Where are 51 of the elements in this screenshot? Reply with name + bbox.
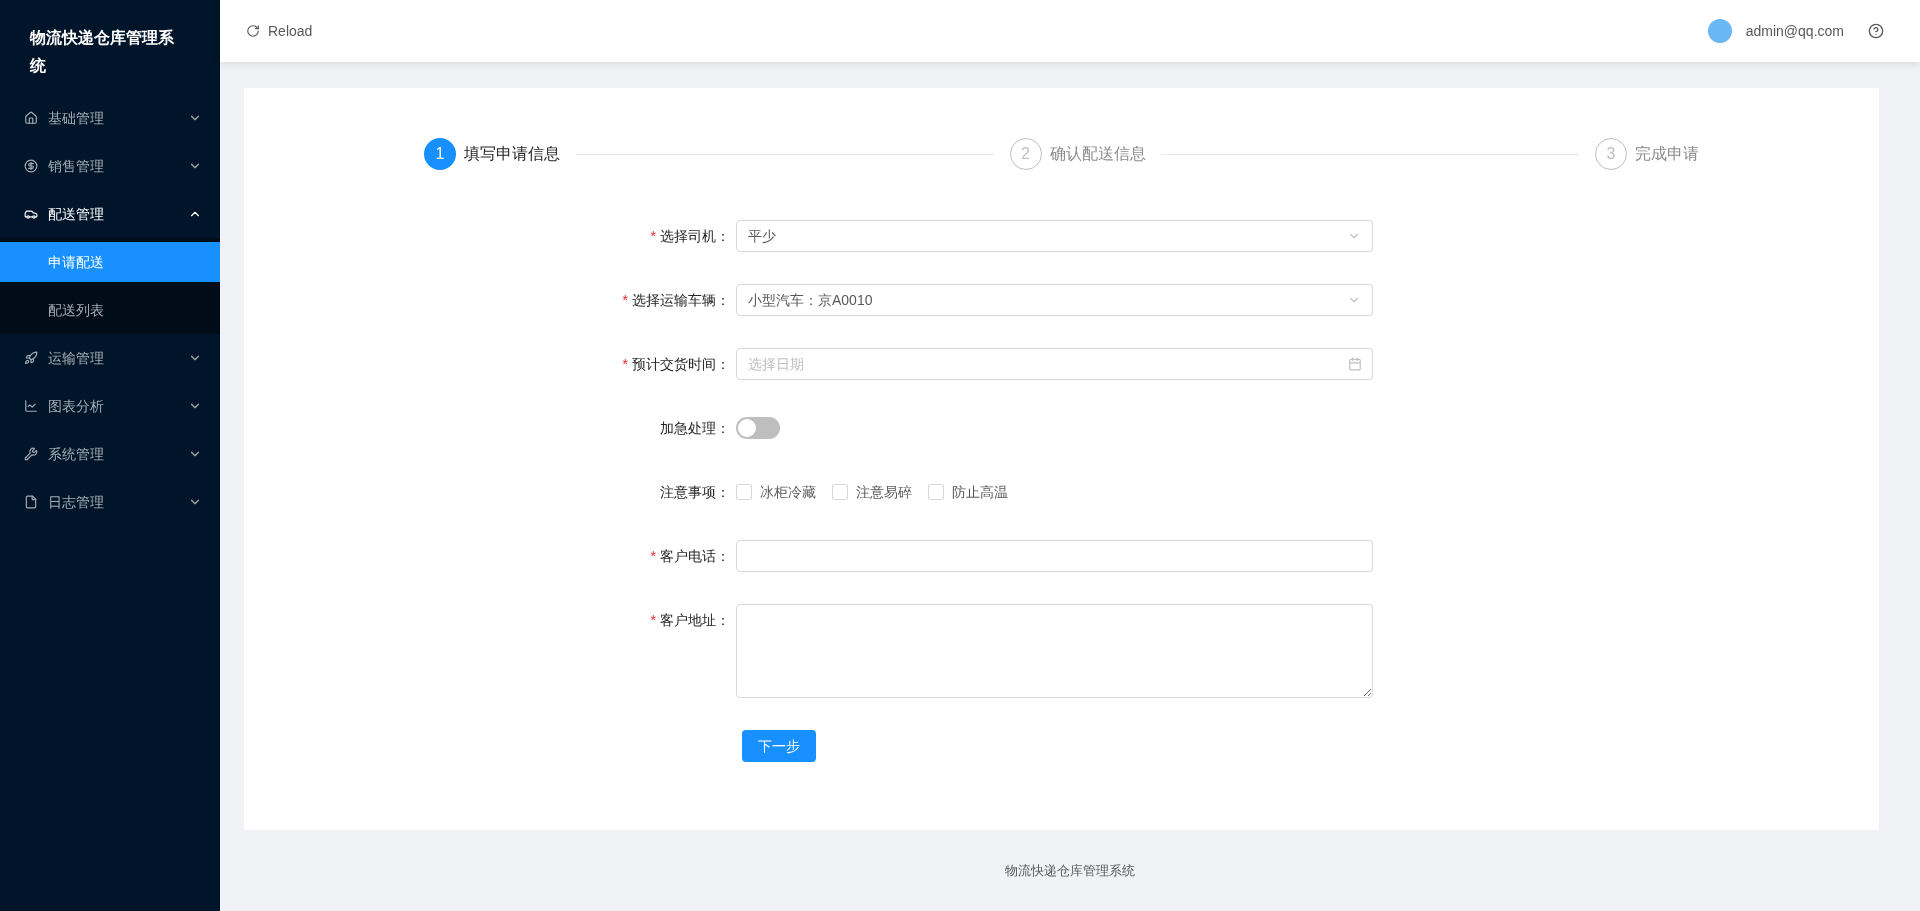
checkbox-label: 冰柜冷藏 — [760, 482, 816, 502]
menu-item[interactable]: 系统管理 — [0, 430, 220, 478]
checkbox-label: 注意易碎 — [856, 482, 912, 502]
select-field[interactable]: 小型汽车：京A0010 — [736, 284, 1373, 316]
required-mark: * — [622, 354, 628, 374]
coin-icon — [24, 159, 38, 173]
date-field[interactable]: 选择日期 — [736, 348, 1373, 380]
checkbox[interactable] — [832, 484, 848, 500]
user-email[interactable]: admin@qq.com — [1745, 20, 1844, 42]
field-label: 加急处理： — [660, 418, 730, 438]
reload-button[interactable]: Reload — [246, 20, 313, 42]
menu-item[interactable]: 日志管理 — [0, 478, 220, 526]
step-label: 完成申请 — [1635, 144, 1699, 164]
step-label: 确认配送信息 — [1049, 144, 1146, 164]
line-chart-icon — [24, 399, 38, 413]
menu-item[interactable]: 基础管理 — [0, 94, 220, 142]
text-area[interactable] — [736, 604, 1373, 698]
select-field[interactable]: 平少 — [736, 220, 1373, 252]
submenu-item[interactable]: 配送列表 — [0, 290, 220, 330]
toggle-switch[interactable] — [736, 417, 780, 439]
step-label: 填写申请信息 — [464, 144, 560, 164]
input-field[interactable] — [736, 540, 1373, 572]
reload-icon — [246, 24, 260, 38]
avatar[interactable] — [1707, 19, 1732, 43]
field-label: 选择司机： — [660, 226, 730, 246]
menu-item[interactable]: 配送管理 — [0, 190, 220, 238]
checkbox[interactable] — [928, 484, 944, 500]
field-label: 客户地址： — [660, 610, 730, 630]
required-mark: * — [650, 610, 656, 630]
wrench-icon — [24, 447, 38, 461]
footer-text: 物流快递仓库管理系统 — [1005, 861, 1135, 880]
required-mark: * — [622, 290, 628, 310]
app-title: 物流快递仓库管理系统 — [30, 28, 175, 76]
field-label: 注意事项： — [660, 482, 730, 502]
help-icon[interactable] — [1868, 23, 1884, 39]
menu-item[interactable]: 图表分析 — [0, 382, 220, 430]
required-mark: * — [650, 226, 656, 246]
file-icon — [24, 495, 38, 509]
home-icon — [24, 111, 38, 125]
menu-item[interactable]: 运输管理 — [0, 334, 220, 382]
menu-item[interactable]: 销售管理 — [0, 142, 220, 190]
required-mark: * — [650, 546, 656, 566]
field-label: 客户电话： — [660, 546, 730, 566]
rocket-icon — [24, 351, 38, 365]
car-icon — [24, 207, 38, 221]
field-label: 选择运输车辆： — [632, 290, 730, 310]
step-number: 1 — [424, 138, 456, 170]
calendar-icon — [1348, 357, 1362, 371]
checkbox[interactable] — [736, 484, 752, 500]
checkbox-label: 防止高温 — [952, 482, 1008, 502]
field-label: 预计交货时间： — [632, 354, 730, 374]
